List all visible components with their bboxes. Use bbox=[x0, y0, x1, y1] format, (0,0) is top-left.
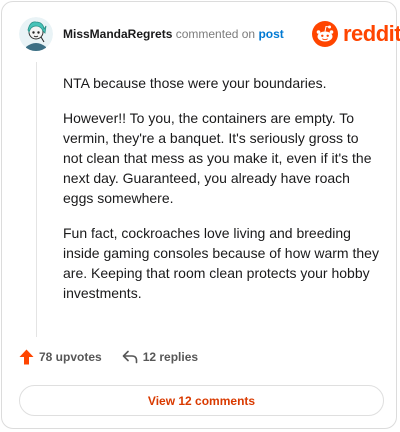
reply-arrow-icon bbox=[122, 350, 138, 364]
reddit-snoo-icon bbox=[312, 21, 338, 47]
post-link[interactable]: post bbox=[258, 27, 283, 41]
reddit-wordmark: reddit bbox=[343, 21, 400, 46]
upvote-arrow-icon bbox=[19, 349, 34, 365]
reply-button[interactable]: 12 replies bbox=[122, 350, 198, 364]
reddit-logo[interactable]: reddit bbox=[312, 21, 400, 47]
comment-actions: 78 upvotes 12 replies bbox=[19, 349, 218, 365]
action-text: commented on bbox=[175, 27, 256, 41]
view-comments-button[interactable]: View 12 comments bbox=[19, 385, 384, 416]
author-username[interactable]: MissMandaRegrets bbox=[63, 27, 172, 41]
comment-paragraph-1: NTA because those were your boundaries. bbox=[63, 75, 327, 91]
view-comments-label: View 12 comments bbox=[147, 393, 256, 408]
comment-body: NTA because those were your boundaries. … bbox=[63, 73, 379, 318]
comment-header: MissMandaRegrets commented on post bbox=[19, 17, 284, 51]
comment-byline: MissMandaRegrets commented on post bbox=[63, 26, 284, 42]
comment-paragraph-3: Fun fact, cockroaches love living and br… bbox=[63, 225, 379, 301]
comment-paragraph-2: However!! To you, the containers are emp… bbox=[63, 110, 372, 206]
reply-count: 12 replies bbox=[142, 350, 199, 364]
upvote-count: 78 upvotes bbox=[39, 350, 102, 364]
user-avatar-icon[interactable] bbox=[19, 17, 53, 51]
thread-line[interactable] bbox=[36, 62, 37, 337]
upvote-button[interactable]: 78 upvotes bbox=[19, 349, 102, 365]
comment-card: MissMandaRegrets commented on post reddi… bbox=[1, 1, 400, 429]
